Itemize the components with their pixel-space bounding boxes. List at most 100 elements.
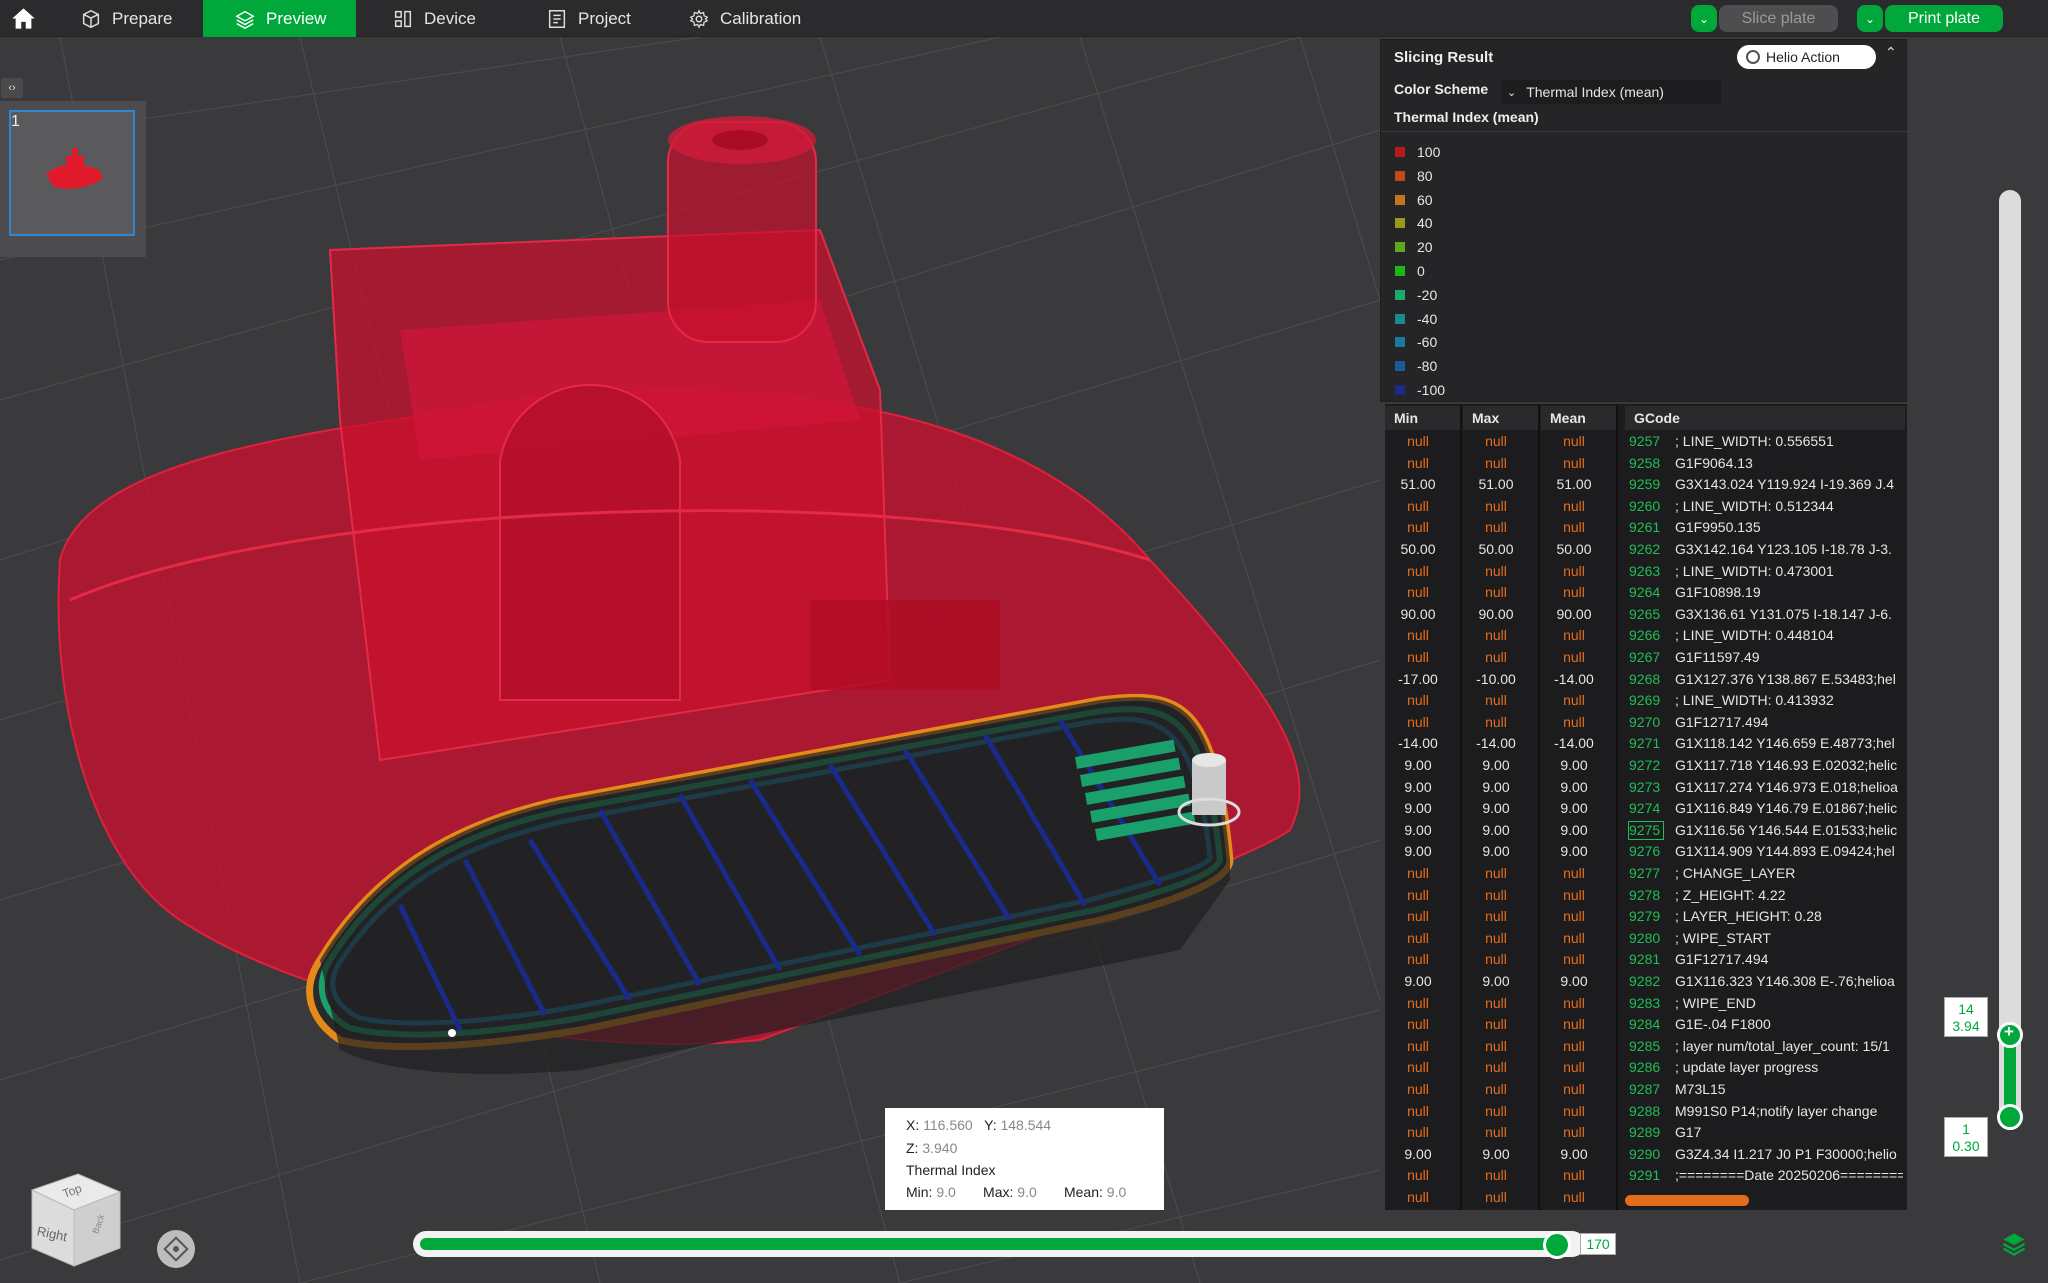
- legend-swatch: [1395, 385, 1405, 395]
- gcode-table[interactable]: Min Max Mean GCode null null null 9257 ; LIN…: [1385, 404, 1907, 1210]
- table-row[interactable]: 90.00 90.00 90.00 9265 G3X136.61 Y131.075 I-…: [1385, 604, 1907, 626]
- tab-prepare[interactable]: Prepare: [80, 0, 200, 37]
- cell-min: null: [1407, 584, 1429, 601]
- table-row[interactable]: null null null 9289 G17: [1385, 1122, 1907, 1144]
- legend-item: -60: [1395, 332, 1437, 352]
- cell-max: null: [1485, 497, 1507, 514]
- cell-mean: null: [1563, 1059, 1585, 1076]
- legend-label: 20: [1417, 239, 1433, 256]
- table-row[interactable]: null null null 9279 ; LAYER_HEIGHT: 0.28: [1385, 906, 1907, 928]
- collapse-panel-icon[interactable]: ⌃: [1885, 44, 1897, 61]
- table-row[interactable]: null null null 9278 ; Z_HEIGHT: 4.22: [1385, 885, 1907, 907]
- table-row[interactable]: 9.00 9.00 9.00 9275 G1X116.56 Y146.544 E.015…: [1385, 820, 1907, 842]
- fit-view-button[interactable]: [157, 1230, 195, 1268]
- fit-view-icon: [163, 1236, 189, 1262]
- tab-project[interactable]: Project: [546, 0, 656, 37]
- table-row[interactable]: 9.00 9.00 9.00 9272 G1X117.718 Y146.93 E.020…: [1385, 755, 1907, 777]
- legend-item: 0: [1395, 261, 1425, 281]
- table-row[interactable]: null null null 9284 G1E-.04 F1800: [1385, 1014, 1907, 1036]
- helio-action-label: Helio Action: [1766, 49, 1840, 65]
- table-row[interactable]: 51.00 51.00 51.00 9259 G3X143.024 Y119.924 I…: [1385, 474, 1907, 496]
- table-row[interactable]: null null null 9286 ; update layer progress: [1385, 1057, 1907, 1079]
- legend-swatch: [1395, 194, 1405, 205]
- table-row[interactable]: 9.00 9.00 9.00 9290 G3Z4.34 I1.217 J0 P1 F30…: [1385, 1144, 1907, 1166]
- table-row[interactable]: null null null 9267 G1F11597.49: [1385, 647, 1907, 669]
- home-icon[interactable]: [10, 5, 37, 32]
- tab-calibration[interactable]: Calibration: [688, 0, 818, 37]
- move-slider-handle[interactable]: [1543, 1231, 1571, 1259]
- table-row[interactable]: null null null 9264 G1F10898.19: [1385, 582, 1907, 604]
- cell-min: null: [1407, 1102, 1429, 1119]
- plate-thumbnail[interactable]: 1: [0, 101, 146, 257]
- table-row[interactable]: -17.00 -10.00 -14.00 9268 G1X127.376 Y138.86…: [1385, 669, 1907, 691]
- cell-mean: null: [1563, 519, 1585, 536]
- cell-mean: null: [1563, 649, 1585, 665]
- cell-max: 9.00: [1482, 800, 1510, 817]
- layer-slider-top-handle[interactable]: +: [1997, 1022, 2023, 1048]
- table-row[interactable]: null null null 9280 ; WIPE_START: [1385, 928, 1907, 950]
- cell-mean: null: [1563, 497, 1585, 514]
- hover-tooltip: X: 116.560 Y: 148.544 Z: 3.940 Thermal I…: [885, 1108, 1164, 1210]
- cell-mean: 9.00: [1560, 778, 1588, 795]
- layer-slider-bottom-handle[interactable]: [1997, 1104, 2023, 1130]
- table-row[interactable]: null null null 9287 M73L15: [1385, 1079, 1907, 1101]
- cell-code: ; Z_HEIGHT: 4.22: [1675, 886, 1786, 903]
- cell-mean: null: [1563, 1102, 1585, 1119]
- collapse-sidebar-button[interactable]: ‹›: [1, 78, 23, 98]
- table-row[interactable]: -14.00 -14.00 -14.00 9271 G1X118.142 Y146.65…: [1385, 733, 1907, 755]
- cell-mean: null: [1563, 1037, 1585, 1054]
- tab-preview[interactable]: Preview: [203, 0, 356, 37]
- table-row[interactable]: null null null 9257 ; LINE_WIDTH: 0.556551: [1385, 431, 1907, 453]
- view-navigation-cube[interactable]: Top Right Back: [20, 1150, 130, 1270]
- table-row[interactable]: null null null 9269 ; LINE_WIDTH: 0.413932: [1385, 690, 1907, 712]
- table-row[interactable]: 9.00 9.00 9.00 9274 G1X116.849 Y146.79 E.018…: [1385, 798, 1907, 820]
- table-row[interactable]: 9.00 9.00 9.00 9276 G1X114.909 Y144.893 E.09…: [1385, 841, 1907, 863]
- cell-mean: null: [1563, 929, 1585, 946]
- table-row[interactable]: 9.00 9.00 9.00 9273 G1X117.274 Y146.973 E.01…: [1385, 777, 1907, 799]
- cell-mean: -14.00: [1554, 670, 1594, 687]
- color-scheme-select[interactable]: ⌄ Thermal Index (mean): [1501, 80, 1721, 104]
- cell-max: 9.00: [1482, 1145, 1510, 1162]
- print-dropdown-button[interactable]: ⌄: [1857, 5, 1883, 32]
- cell-min: 90.00: [1400, 605, 1436, 622]
- table-row[interactable]: null null null 9258 G1F9064.13: [1385, 453, 1907, 475]
- cell-code: G1X127.376 Y138.867 E.53483;hel: [1675, 670, 1896, 687]
- cell-min: null: [1407, 908, 1429, 925]
- legend-label: 40: [1417, 215, 1433, 232]
- layer-slider-track[interactable]: [1999, 190, 2021, 1120]
- table-row[interactable]: null null null 9281 G1F12717.494: [1385, 949, 1907, 971]
- cell-mean: 9.00: [1560, 973, 1588, 989]
- table-row[interactable]: null null null 9288 M991S0 P14;notify layer …: [1385, 1101, 1907, 1123]
- cell-code: G1E-.04 F1800: [1675, 1016, 1771, 1033]
- cell-code: G1X114.909 Y144.893 E.09424;hel: [1675, 843, 1895, 860]
- table-row[interactable]: null null null 9277 ; CHANGE_LAYER: [1385, 863, 1907, 885]
- horizontal-scrollbar[interactable]: [1625, 1195, 1749, 1206]
- cell-mean: null: [1563, 886, 1585, 903]
- cell-mean: null: [1563, 1016, 1585, 1033]
- table-row[interactable]: null null null 9266 ; LINE_WIDTH: 0.448104: [1385, 625, 1907, 647]
- cell-mean: null: [1563, 865, 1585, 881]
- cell-max: 51.00: [1478, 476, 1514, 493]
- print-plate-button[interactable]: Print plate: [1885, 5, 2003, 32]
- table-row[interactable]: 50.00 50.00 50.00 9262 G3X142.164 Y123.105 I…: [1385, 539, 1907, 561]
- printer-device-icon: [394, 10, 412, 27]
- table-row[interactable]: null null null 9291 ;========Date 20250206==…: [1385, 1165, 1907, 1187]
- table-row[interactable]: null null null 9260 ; LINE_WIDTH: 0.512344: [1385, 496, 1907, 518]
- layers-icon[interactable]: [2000, 1230, 2028, 1258]
- table-row[interactable]: null null null 9285 ; layer num/total_layer_…: [1385, 1036, 1907, 1058]
- tab-device[interactable]: Device: [392, 0, 502, 37]
- table-row[interactable]: null null null 9270 G1F12717.494: [1385, 712, 1907, 734]
- table-row[interactable]: null null null 9283 ; WIPE_END: [1385, 993, 1907, 1015]
- helio-action-button[interactable]: Helio Action: [1737, 45, 1876, 69]
- table-row[interactable]: null null null 9261 G1F9950.135: [1385, 517, 1907, 539]
- plus-icon: +: [2004, 1022, 2014, 1041]
- table-row[interactable]: 9.00 9.00 9.00 9282 G1X116.323 Y146.308 E-.7…: [1385, 971, 1907, 993]
- legend-swatch: [1395, 361, 1405, 372]
- bottom-layer-number: 1: [1962, 1121, 1970, 1137]
- plate-thumbnail-frame[interactable]: [9, 110, 135, 236]
- slice-dropdown-button[interactable]: ⌄: [1691, 5, 1717, 32]
- slice-plate-button[interactable]: Slice plate: [1719, 5, 1838, 32]
- column-header-max: Max: [1463, 406, 1538, 430]
- table-row[interactable]: null null null 9263 ; LINE_WIDTH: 0.473001: [1385, 561, 1907, 583]
- cell-mean: 90.00: [1556, 605, 1592, 622]
